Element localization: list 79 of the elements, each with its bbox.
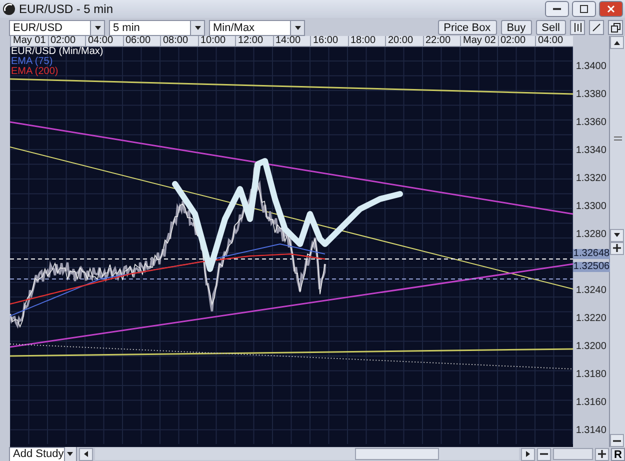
plus-icon[interactable]	[598, 450, 606, 458]
dropdown-value: 5 min	[112, 22, 140, 34]
dropdown[interactable]: EUR/USD	[9, 20, 105, 36]
time-label: 04:00	[85, 36, 122, 46]
price-label: 1.3360	[574, 116, 608, 128]
price-label: 1.3240	[574, 285, 608, 296]
time-label: 12:00	[235, 36, 272, 46]
toolbar-button[interactable]: Sell	[536, 20, 566, 35]
candlestick-button[interactable]	[570, 20, 585, 35]
dropdown-value: Min/Max	[212, 22, 255, 34]
legend-label: EUR/USD (Min/Max)	[11, 47, 104, 57]
scroll-thumb-icon[interactable]	[614, 136, 622, 142]
draw-line-button[interactable]	[589, 20, 604, 35]
current-price-tag: 1.32506	[573, 262, 610, 272]
price-label: 1.3340	[574, 144, 608, 156]
time-label: 10:00	[198, 36, 235, 46]
zoom-out-button[interactable]	[537, 448, 551, 460]
plus-icon[interactable]	[613, 244, 622, 252]
price-label: 1.3180	[574, 369, 608, 380]
price-label: 1.3220	[574, 313, 608, 324]
price-label: 1.3140	[574, 425, 608, 436]
legend-label: EMA (200)	[11, 67, 60, 77]
time-label: 06:00	[122, 36, 160, 46]
toolbar-button[interactable]: Buy	[500, 20, 532, 35]
dropdown[interactable]: Min/Max	[209, 20, 305, 36]
dropdown-value: Add Study	[12, 448, 64, 460]
price-label: 1.3400	[574, 60, 608, 72]
toolbar-button[interactable]: Price Box	[438, 20, 497, 35]
minimize-icon	[553, 8, 561, 10]
caret-down-icon	[294, 24, 302, 32]
price-label: 1.3200	[574, 341, 608, 352]
maximize-icon	[580, 5, 588, 13]
zoom-in-button[interactable]	[610, 242, 624, 254]
price-label: 1.3380	[574, 88, 608, 100]
scroll-right-button[interactable]	[521, 448, 535, 460]
time-label: May 01	[10, 36, 48, 46]
close-button[interactable]	[599, 1, 623, 17]
time-label: 18:00	[348, 36, 385, 46]
caret-down-icon	[94, 24, 102, 32]
minimize-button[interactable]	[545, 1, 569, 17]
add-study-dropdown[interactable]: Add Study	[9, 446, 77, 461]
time-label: 02:00	[48, 36, 85, 46]
bars-icon	[573, 23, 582, 32]
caret-up-icon	[613, 38, 622, 46]
scroll-down-button[interactable]	[610, 228, 624, 242]
window-title: EUR/USD - 5 min	[19, 2, 114, 16]
price-label: 1.3300	[574, 200, 608, 212]
scroll-thumb[interactable]	[355, 448, 439, 460]
time-label: 14:00	[272, 36, 310, 46]
caret-down-icon	[194, 24, 202, 32]
caret-left-icon	[82, 450, 90, 458]
caret-down-icon	[613, 231, 622, 239]
close-icon	[607, 5, 615, 13]
reset-button[interactable]: R	[611, 448, 625, 460]
price-label: 1.3320	[574, 172, 608, 184]
scroll-left-button[interactable]	[79, 448, 93, 460]
time-label: May 02	[460, 36, 498, 46]
dropdown[interactable]: 5 min	[109, 20, 205, 36]
caret-down-icon	[66, 450, 74, 458]
time-label: 16:00	[310, 36, 348, 46]
current-price-tag: 1.32648	[573, 249, 610, 259]
price-label: 1.3280	[574, 228, 608, 240]
time-label: 20:00	[385, 36, 422, 46]
line-icon	[592, 23, 601, 32]
time-label: 08:00	[160, 36, 198, 46]
zoom-out-button[interactable]	[610, 434, 624, 447]
legend-label: EMA (75)	[11, 57, 53, 67]
detach-window-button[interactable]	[608, 20, 623, 35]
app-logo-icon	[2, 2, 16, 16]
maximize-button[interactable]	[572, 1, 596, 17]
windows-icon	[610, 22, 620, 32]
time-label: 22:00	[422, 36, 460, 46]
scroll-up-button[interactable]	[610, 36, 624, 49]
time-label: 02:00	[498, 36, 535, 46]
dropdown-value: EUR/USD	[12, 22, 63, 34]
price-label: 1.3160	[574, 397, 608, 408]
zoom-in-button[interactable]	[595, 448, 609, 460]
caret-right-icon	[524, 450, 532, 458]
minus-icon[interactable]	[613, 440, 622, 442]
